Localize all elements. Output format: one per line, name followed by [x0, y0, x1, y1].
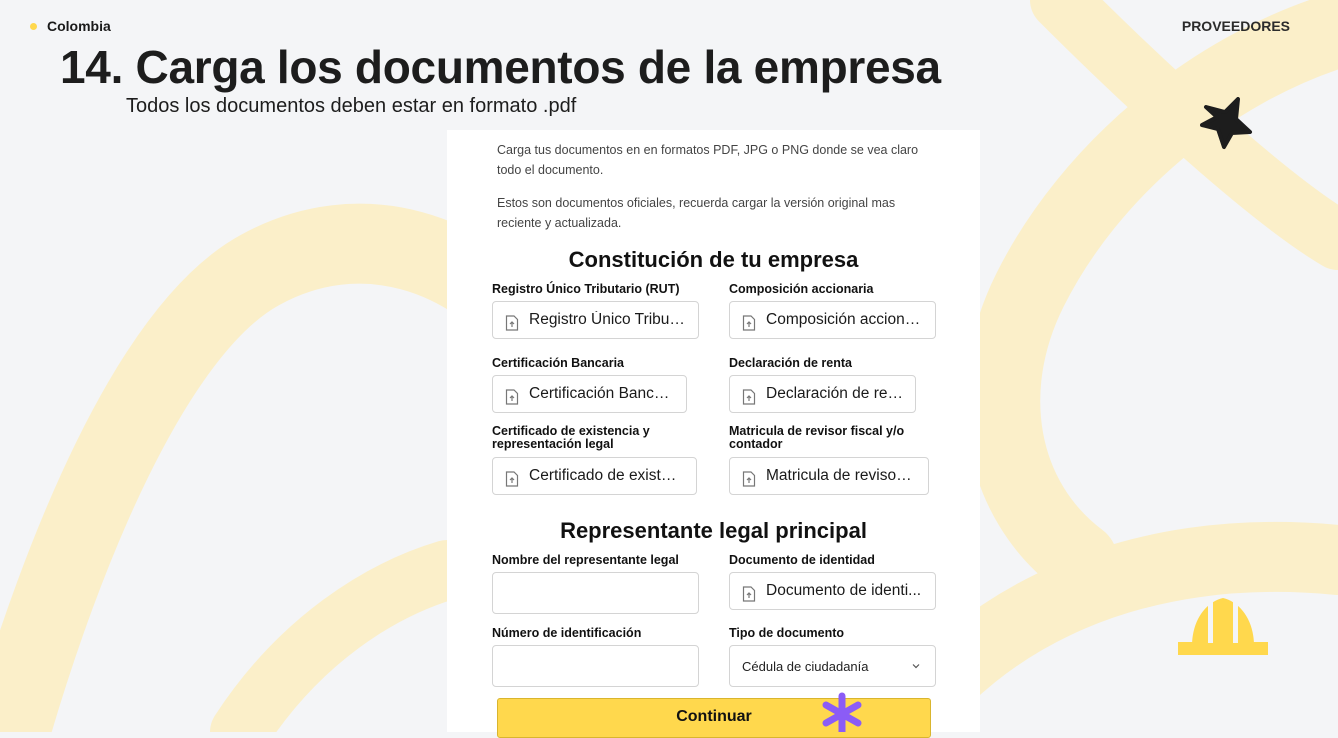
- rut-upload-text: Registro Único Tribut...: [529, 311, 686, 328]
- section-tag: PROVEEDORES: [1181, 18, 1290, 34]
- doc-type-selected: Cédula de ciudadanía: [742, 658, 869, 674]
- existence-upload-text: Certificado de existen...: [529, 467, 684, 484]
- tax-label: Declaración de renta: [729, 356, 852, 370]
- rep-doc-upload-button[interactable]: Documento de identi...: [729, 572, 936, 610]
- file-upload-icon: [742, 471, 756, 487]
- bank-upload-button[interactable]: Certificación Bancaria: [492, 375, 687, 413]
- shares-upload-text: Composición acciona...: [766, 311, 923, 328]
- tax-upload-text: Declaración de renta: [766, 385, 903, 402]
- bank-label: Certificación Bancaria: [492, 356, 624, 370]
- intro-text-formats: Carga tus documentos en en formatos PDF,…: [497, 143, 919, 177]
- section-title-company: Constitución de tu empresa: [568, 247, 859, 272]
- asterisk-icon: [822, 692, 862, 732]
- document-upload-form: Carga tus documentos en en formatos PDF,…: [447, 130, 980, 738]
- shares-label: Composición accionaria: [729, 282, 874, 296]
- file-upload-icon: [505, 389, 519, 405]
- hard-hat-icon: [1178, 596, 1268, 655]
- rep-name-label: Nombre del representante legal: [492, 553, 679, 567]
- rut-label: Registro Único Tributario (RUT): [492, 282, 680, 296]
- intro-text-official: Estos son documentos oficiales, recuerda…: [497, 196, 896, 230]
- page-title: 14. Carga los documentos de la empresa: [60, 41, 941, 93]
- rep-id-number-label: Número de identificación: [492, 626, 642, 640]
- tax-upload-button[interactable]: Declaración de renta: [729, 375, 916, 413]
- rep-doc-label: Documento de identidad: [729, 553, 875, 567]
- chevron-down-icon: [912, 664, 920, 669]
- file-upload-icon: [742, 586, 756, 602]
- country-dot-icon: [30, 22, 37, 30]
- rep-doc-upload-text: Documento de identi...: [766, 582, 922, 599]
- file-upload-icon: [742, 315, 756, 331]
- auditor-upload-button[interactable]: Matricula de revisor f...: [729, 457, 929, 495]
- doc-type-select[interactable]: Cédula de ciudadanía: [729, 645, 936, 687]
- rep-id-number-input[interactable]: [492, 645, 699, 687]
- doc-type-label: Tipo de documento: [729, 626, 845, 640]
- section-title-representative: Representante legal principal: [560, 518, 867, 543]
- auditor-label-line2: contador: [729, 437, 783, 451]
- file-upload-icon: [505, 315, 519, 331]
- file-upload-icon: [742, 389, 756, 405]
- page-subtitle: Todos los documentos deben estar en form…: [126, 95, 577, 117]
- existence-label-line2: representación legal: [492, 437, 614, 451]
- star-icon: [1200, 97, 1252, 149]
- existence-upload-button[interactable]: Certificado de existen...: [492, 457, 697, 495]
- country-indicator: Colombia: [30, 18, 111, 34]
- shares-upload-button[interactable]: Composición acciona...: [729, 301, 936, 339]
- file-upload-icon: [505, 471, 519, 487]
- country-label: Colombia: [47, 18, 111, 34]
- rep-name-input[interactable]: [492, 572, 699, 614]
- auditor-label: Matricula de revisor fiscal y/o contador: [729, 425, 904, 451]
- rut-upload-button[interactable]: Registro Único Tribut...: [492, 301, 699, 339]
- auditor-upload-text: Matricula de revisor f...: [766, 467, 916, 484]
- existence-label: Certificado de existencia y representaci…: [492, 425, 650, 451]
- bank-upload-text: Certificación Bancaria: [529, 385, 674, 402]
